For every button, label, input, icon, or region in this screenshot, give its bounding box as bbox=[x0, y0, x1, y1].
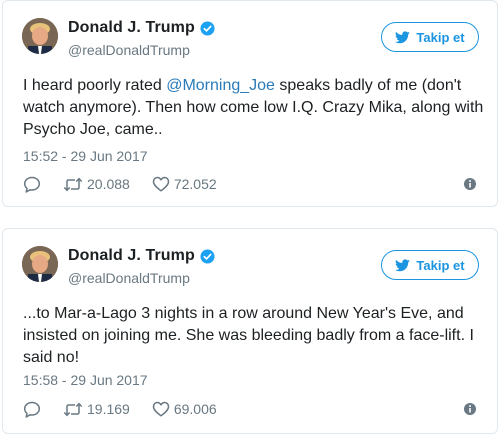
like-count: 72.052 bbox=[173, 176, 217, 192]
reply-button[interactable] bbox=[23, 401, 41, 418]
author-name-row: Donald J. Trump bbox=[68, 19, 215, 37]
tweet-text-part: ...to Mar-a-Lago 3 nights in a row aroun… bbox=[23, 305, 474, 366]
tweets-page: Donald J. Trump @realDonaldTrump Takip e… bbox=[0, 0, 504, 438]
user-handle[interactable]: @realDonaldTrump bbox=[68, 270, 190, 286]
avatar[interactable] bbox=[22, 246, 58, 282]
follow-button-label: Takip et bbox=[416, 29, 465, 45]
heart-icon bbox=[152, 401, 170, 417]
twitter-bird-icon bbox=[395, 258, 411, 272]
retweet-icon bbox=[63, 177, 83, 191]
follow-button-label: Takip et bbox=[416, 257, 465, 273]
avatar-portrait-icon bbox=[22, 18, 58, 54]
display-name[interactable]: Donald J. Trump bbox=[68, 19, 195, 37]
verified-badge-icon bbox=[200, 248, 215, 264]
info-icon[interactable] bbox=[463, 177, 477, 191]
tweet-timestamp[interactable]: 15:58 - 29 Jun 2017 bbox=[23, 372, 148, 388]
twitter-bird-icon bbox=[395, 30, 411, 44]
like-count: 69.006 bbox=[173, 401, 217, 417]
like-button[interactable]: 69.006 bbox=[152, 401, 217, 417]
reply-button[interactable] bbox=[23, 176, 41, 193]
follow-button[interactable]: Takip et bbox=[381, 22, 479, 52]
retweet-button[interactable]: 20.088 bbox=[63, 176, 130, 192]
avatar-portrait-icon bbox=[22, 246, 58, 282]
tweet-text-part: I heard poorly rated bbox=[23, 77, 167, 94]
info-icon[interactable] bbox=[463, 402, 477, 416]
avatar[interactable] bbox=[22, 18, 58, 54]
tweet-card[interactable]: Donald J. Trump @realDonaldTrump Takip e… bbox=[2, 228, 498, 434]
author-name-row: Donald J. Trump bbox=[68, 247, 215, 265]
tweet-text: I heard poorly rated @Morning_Joe speaks… bbox=[23, 75, 493, 141]
tweet-timestamp[interactable]: 15:52 - 29 Jun 2017 bbox=[23, 148, 148, 164]
retweet-count: 19.169 bbox=[87, 401, 130, 417]
tweet-text: ...to Mar-a-Lago 3 nights in a row aroun… bbox=[23, 303, 493, 369]
retweet-button[interactable]: 19.169 bbox=[63, 401, 130, 417]
tweet-actions: 20.088 72.052 bbox=[23, 174, 477, 194]
follow-button[interactable]: Takip et bbox=[381, 250, 479, 280]
retweet-count: 20.088 bbox=[87, 176, 130, 192]
display-name[interactable]: Donald J. Trump bbox=[68, 247, 195, 265]
verified-badge-icon bbox=[200, 20, 215, 36]
reply-icon bbox=[23, 176, 41, 193]
retweet-icon bbox=[63, 402, 83, 416]
mention-link[interactable]: @Morning_Joe bbox=[166, 77, 275, 94]
like-button[interactable]: 72.052 bbox=[152, 176, 217, 192]
reply-icon bbox=[23, 401, 41, 418]
tweet-card[interactable]: Donald J. Trump @realDonaldTrump Takip e… bbox=[2, 0, 498, 207]
tweet-actions: 19.169 69.006 bbox=[23, 399, 477, 419]
user-handle[interactable]: @realDonaldTrump bbox=[68, 42, 190, 58]
heart-icon bbox=[152, 176, 170, 192]
